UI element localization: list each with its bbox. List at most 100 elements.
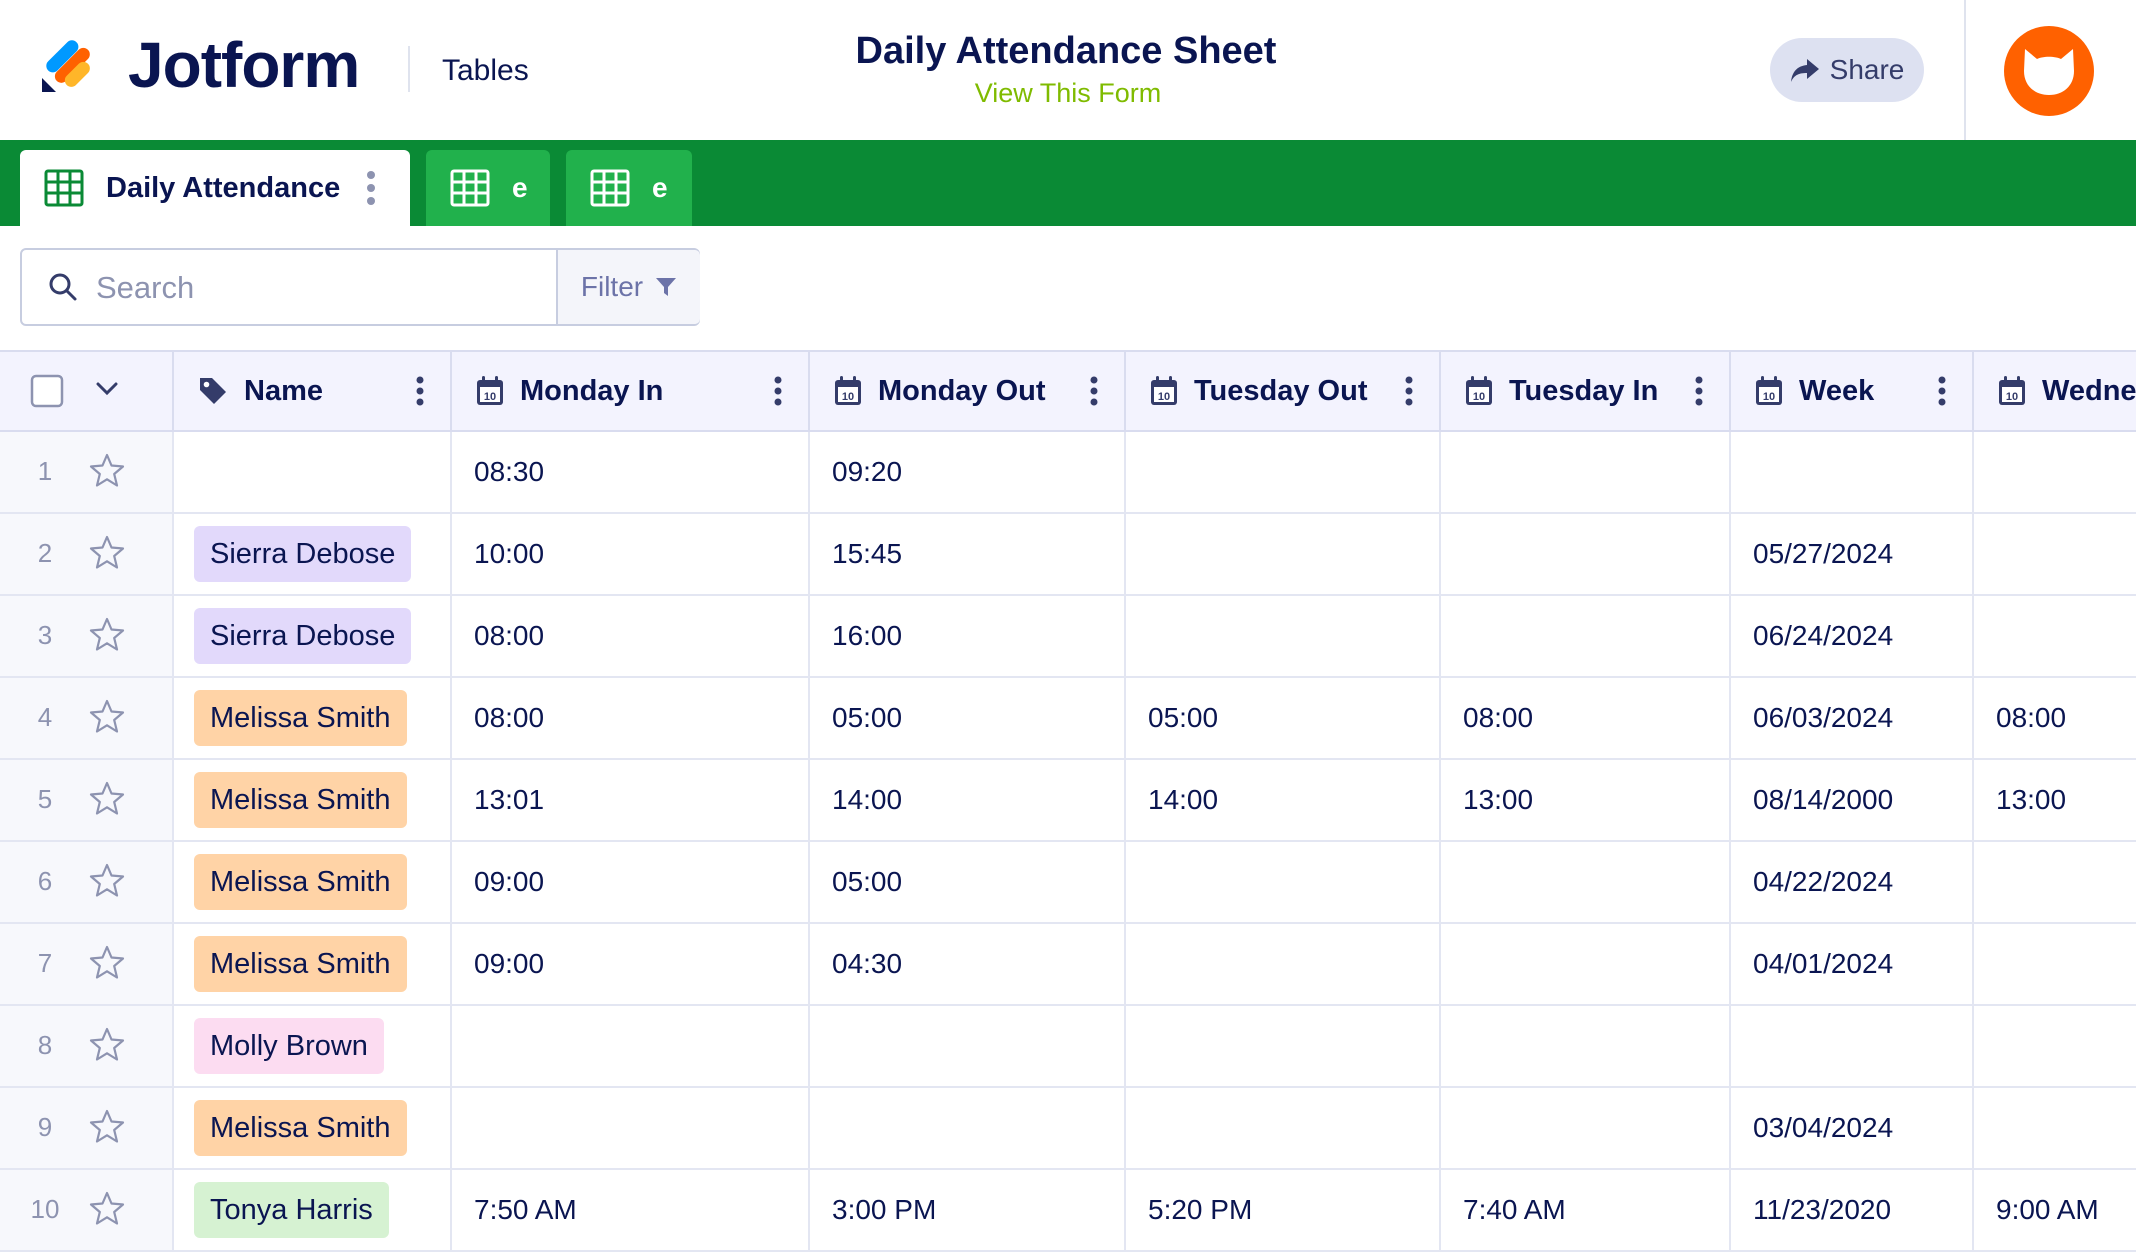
star-icon[interactable] [88,862,126,900]
column-menu-icon[interactable] [1938,376,1946,406]
data-cell[interactable]: 04:30 [810,924,1126,1004]
table-row[interactable]: 6 Melissa Smith 09:00 05:00 04/22/2024 [0,842,2136,924]
data-cell[interactable] [1441,1088,1731,1168]
data-cell[interactable] [452,1088,810,1168]
table-row[interactable]: 5 Melissa Smith 13:01 14:00 14:00 13:00 08/14/… [0,760,2136,842]
column-header[interactable]: 10 Week [1731,352,1974,430]
column-header[interactable]: 10 Wedne [1974,352,2136,430]
data-cell[interactable] [1126,1006,1441,1086]
data-cell[interactable]: 08:30 [452,432,810,512]
data-cell[interactable] [1126,432,1441,512]
column-header[interactable]: 10 Tuesday In [1441,352,1731,430]
data-cell[interactable] [810,1088,1126,1168]
search-input[interactable] [94,268,558,308]
column-menu-icon[interactable] [1695,376,1703,406]
data-cell[interactable]: 5:20 PM [1126,1170,1441,1250]
data-cell[interactable]: 06/03/2024 [1731,678,1974,758]
name-cell[interactable]: Melissa Smith [174,678,452,758]
data-cell[interactable] [1731,432,1974,512]
column-header[interactable]: 10 Tuesday Out [1126,352,1441,430]
column-header[interactable]: 10 Monday Out [810,352,1126,430]
data-cell[interactable] [452,1006,810,1086]
data-cell[interactable]: 05:00 [810,678,1126,758]
star-icon[interactable] [88,1026,126,1064]
data-cell[interactable] [1974,842,2136,922]
name-cell[interactable]: Melissa Smith [174,842,452,922]
share-button[interactable]: Share [1770,38,1924,102]
data-cell[interactable] [1126,514,1441,594]
data-cell[interactable]: 04/22/2024 [1731,842,1974,922]
name-cell[interactable]: Melissa Smith [174,1088,452,1168]
column-menu-icon[interactable] [416,376,424,406]
data-cell[interactable]: 3:00 PM [810,1170,1126,1250]
data-cell[interactable] [1126,924,1441,1004]
column-menu-icon[interactable] [774,376,782,406]
data-cell[interactable] [810,1006,1126,1086]
data-cell[interactable] [1441,842,1731,922]
table-row[interactable]: 3 Sierra Debose 08:00 16:00 06/24/2024 [0,596,2136,678]
data-cell[interactable]: 08/14/2000 [1731,760,1974,840]
chevron-down-icon[interactable] [96,382,118,396]
tab-e-2[interactable]: e [566,150,692,226]
data-cell[interactable]: 05:00 [810,842,1126,922]
data-cell[interactable]: 13:01 [452,760,810,840]
tab-daily-attendance[interactable]: Daily Attendance [20,150,410,226]
data-cell[interactable]: 10:00 [452,514,810,594]
data-cell[interactable] [1441,514,1731,594]
star-icon[interactable] [88,698,126,736]
filter-button[interactable]: Filter [556,250,700,324]
data-cell[interactable]: 04/01/2024 [1731,924,1974,1004]
table-row[interactable]: 10 Tonya Harris 7:50 AM 3:00 PM 5:20 PM 7:40 … [0,1170,2136,1252]
data-cell[interactable]: 09:00 [452,842,810,922]
column-menu-icon[interactable] [1405,376,1413,406]
data-cell[interactable]: 05/27/2024 [1731,514,1974,594]
data-cell[interactable] [1974,596,2136,676]
data-cell[interactable]: 14:00 [810,760,1126,840]
data-cell[interactable]: 08:00 [452,596,810,676]
data-cell[interactable]: 15:45 [810,514,1126,594]
tab-e-1[interactable]: e [426,150,550,226]
data-cell[interactable]: 13:00 [1441,760,1731,840]
table-row[interactable]: 4 Melissa Smith 08:00 05:00 05:00 08:00 06/03/… [0,678,2136,760]
star-icon[interactable] [88,780,126,818]
table-row[interactable]: 8 Molly Brown [0,1006,2136,1088]
data-cell[interactable]: 14:00 [1126,760,1441,840]
data-cell[interactable] [1441,924,1731,1004]
column-menu-icon[interactable] [1090,376,1098,406]
data-cell[interactable] [1441,596,1731,676]
data-cell[interactable]: 06/24/2024 [1731,596,1974,676]
tab-menu-icon[interactable] [366,170,376,206]
data-cell[interactable] [1974,1088,2136,1168]
data-cell[interactable] [1126,1088,1441,1168]
name-cell[interactable]: Melissa Smith [174,924,452,1004]
name-cell[interactable]: Sierra Debose [174,596,452,676]
data-cell[interactable] [1974,1006,2136,1086]
data-cell[interactable]: 7:40 AM [1441,1170,1731,1250]
column-header[interactable]: 10 Monday In [452,352,810,430]
table-row[interactable]: 2 Sierra Debose 10:00 15:45 05/27/2024 [0,514,2136,596]
data-cell[interactable]: 03/04/2024 [1731,1088,1974,1168]
data-cell[interactable] [1731,1006,1974,1086]
star-icon[interactable] [88,616,126,654]
data-cell[interactable] [1126,842,1441,922]
data-cell[interactable]: 08:00 [1974,678,2136,758]
table-row[interactable]: 7 Melissa Smith 09:00 04:30 04/01/2024 [0,924,2136,1006]
data-cell[interactable]: 11/23/2020 [1731,1170,1974,1250]
data-cell[interactable] [1974,514,2136,594]
data-cell[interactable]: 7:50 AM [452,1170,810,1250]
name-cell[interactable]: Molly Brown [174,1006,452,1086]
data-cell[interactable]: 08:00 [1441,678,1731,758]
table-row[interactable]: 1 08:30 09:20 [0,432,2136,514]
data-cell[interactable]: 08:00 [452,678,810,758]
data-cell[interactable] [1441,432,1731,512]
star-icon[interactable] [88,534,126,572]
table-row[interactable]: 9 Melissa Smith 03/04/2024 [0,1088,2136,1170]
star-icon[interactable] [88,1190,126,1228]
user-avatar[interactable] [2004,26,2094,116]
data-cell[interactable]: 05:00 [1126,678,1441,758]
data-cell[interactable]: 13:00 [1974,760,2136,840]
star-icon[interactable] [88,944,126,982]
column-header[interactable]: Name [174,352,452,430]
data-cell[interactable] [1974,432,2136,512]
name-cell[interactable]: Melissa Smith [174,760,452,840]
